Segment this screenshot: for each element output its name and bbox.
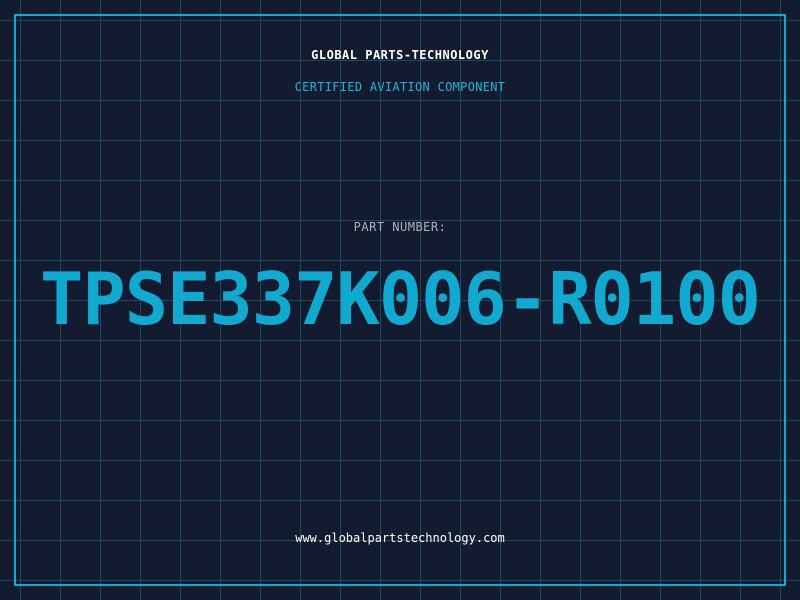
company-name: GLOBAL PARTS-TECHNOLOGY	[311, 48, 489, 62]
part-number-value: TPSE337K006-R0100	[40, 257, 761, 341]
website-url: www.globalpartstechnology.com	[295, 531, 505, 545]
certification-subtitle: CERTIFIED AVIATION COMPONENT	[294, 80, 506, 94]
part-number-label: PART NUMBER:	[353, 220, 447, 234]
